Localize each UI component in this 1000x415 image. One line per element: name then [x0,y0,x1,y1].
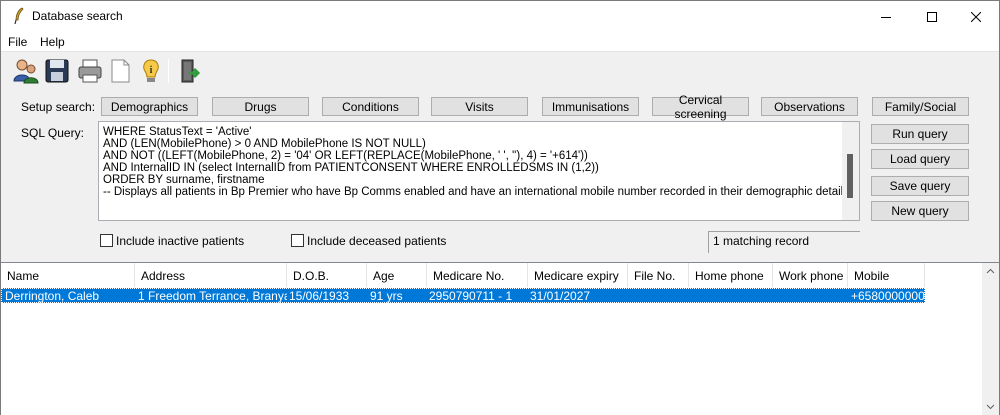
sql-line: WHERE StatusText = 'Active' [103,126,252,138]
conditions-button[interactable]: Conditions [322,97,419,116]
close-button[interactable] [953,1,999,32]
include-deceased-checkbox[interactable] [291,234,304,247]
menu-file[interactable]: File [8,35,27,49]
result-count: 1 matching record [713,234,810,248]
immunisations-button[interactable]: Immunisations [542,97,639,116]
family-social-button[interactable]: Family/Social [872,97,969,116]
cell-dob: 15/06/1933 [289,289,350,303]
include-deceased-label[interactable]: Include deceased patients [307,234,446,248]
menu-bar: File Help [1,32,999,52]
new-query-button[interactable]: New query [871,201,969,221]
results-grid[interactable]: Name Address D.O.B. Age Medicare No. Med… [1,262,999,415]
column-header-dob[interactable]: D.O.B. [287,263,367,287]
run-query-button[interactable]: Run query [871,124,969,144]
toolbar: i [1,53,999,91]
observations-button[interactable]: Observations [761,97,858,116]
column-header-file-no[interactable]: File No. [628,263,689,287]
quill-icon [14,7,24,25]
setup-search-label: Setup search: [21,100,96,114]
grid-scrollbar[interactable] [982,263,999,415]
sql-scrollbar-thumb[interactable] [847,154,853,198]
column-header-medicare-expiry[interactable]: Medicare expiry [528,263,628,287]
exit-icon[interactable] [176,57,204,85]
result-count-box: 1 matching record [708,231,860,253]
load-query-button[interactable]: Load query [871,149,969,169]
patients-icon[interactable] [12,57,40,85]
save-query-button[interactable]: Save query [871,176,969,196]
column-header-medicare-no[interactable]: Medicare No. [427,263,528,287]
sql-query-label: SQL Query: [21,126,84,140]
scroll-down-icon[interactable] [982,398,999,415]
column-header-work-phone[interactable]: Work phone [773,263,848,287]
sql-scrollbar[interactable] [842,122,859,220]
close-icon [971,11,981,22]
maximize-button[interactable] [909,1,955,32]
maximize-icon [927,11,937,22]
sql-comment-line: -- Displays all patients in Bp Premier w… [103,186,853,198]
minimize-icon [881,16,891,18]
cell-mobile: +6580000000 [851,289,925,303]
cell-medicare-expiry: 31/01/2027 [530,289,591,303]
sql-line: AND (LEN(MobilePhone) > 0 AND MobilePhon… [103,138,426,150]
minimize-button[interactable] [863,1,909,32]
visits-button[interactable]: Visits [431,97,528,116]
menu-help[interactable]: Help [40,35,65,49]
cervical-screening-button[interactable]: Cervical screening [652,93,749,121]
info-icon[interactable]: i [137,57,165,85]
table-row[interactable]: Derrington, Caleb 1 Freedom Terrance, Br… [1,288,925,303]
include-inactive-label[interactable]: Include inactive patients [116,234,244,248]
print-icon[interactable] [76,57,104,85]
sql-line: AND NOT ((LEFT(MobilePhone, 2) = '04' OR… [103,150,588,162]
cell-address: 1 Freedom Terrance, Branyan, 4670 [138,289,287,303]
save-icon[interactable] [43,57,71,85]
database-search-window: Database search File Help i Setup search… [0,0,1000,415]
sql-line: ORDER BY surname, firstname [103,174,265,186]
include-inactive-checkbox[interactable] [100,234,113,247]
cell-name: Derrington, Caleb [5,289,100,303]
grid-header: Name Address D.O.B. Age Medicare No. Med… [1,263,982,287]
sql-line: AND InternalID IN (select InternalID fro… [103,162,599,174]
column-header-name[interactable]: Name [1,263,135,287]
window-title: Database search [32,9,123,23]
scroll-up-icon[interactable] [982,263,999,280]
column-header-mobile[interactable]: Mobile [848,263,925,287]
new-document-icon[interactable] [106,57,134,85]
column-header-home-phone[interactable]: Home phone [689,263,773,287]
column-header-address[interactable]: Address [135,263,287,287]
sql-query-textarea[interactable]: WHERE StatusText = 'Active' AND (LEN(Mob… [98,121,860,221]
cell-age: 91 yrs [370,289,403,303]
cell-medicare-no: 2950790711 - 1 [429,289,513,303]
svg-text:i: i [150,65,153,76]
drugs-button[interactable]: Drugs [212,97,309,116]
title-bar: Database search [1,1,999,32]
toolbar-separator [168,59,169,83]
column-header-age[interactable]: Age [367,263,427,287]
demographics-button[interactable]: Demographics [101,97,198,116]
